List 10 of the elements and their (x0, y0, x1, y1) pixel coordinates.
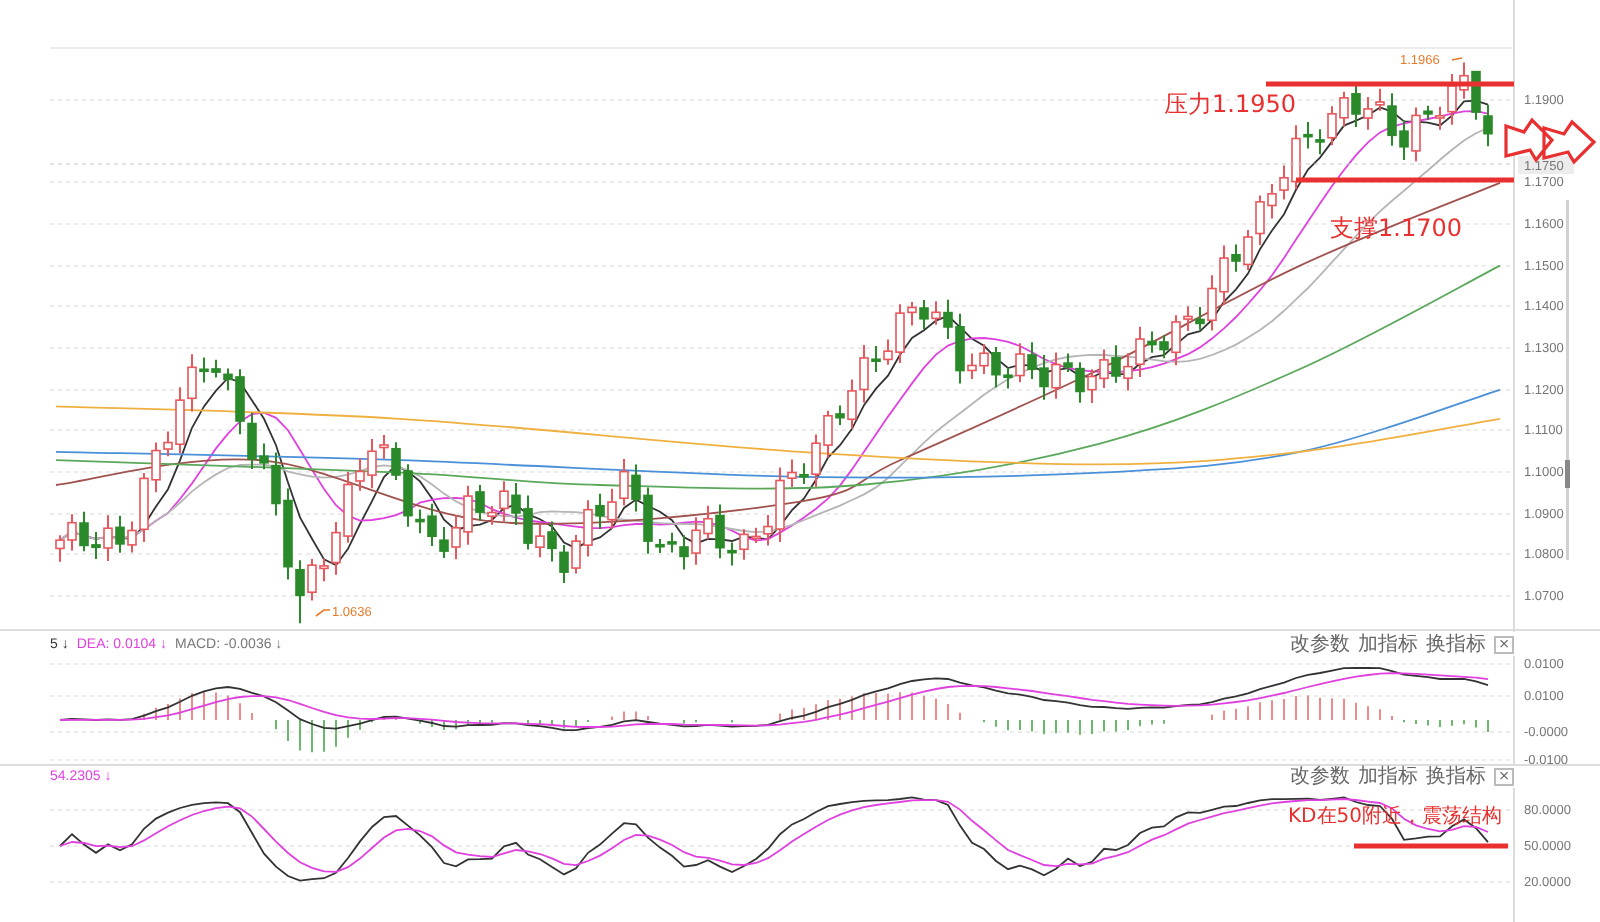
panel-button[interactable]: 加指标 (1358, 633, 1419, 655)
panel-button[interactable]: 换指标 (1426, 766, 1487, 788)
annotation-text: 压力1.1950 (1164, 90, 1296, 118)
panel-button[interactable]: 改参数 (1290, 633, 1351, 655)
panel-button[interactable]: 改参数 (1290, 766, 1351, 788)
scrollbar-thumb[interactable] (1565, 460, 1570, 488)
scrollbar[interactable] (1566, 200, 1569, 560)
annotation-text: 支撑1.1700 (1330, 214, 1462, 242)
panel-button[interactable]: 换指标 (1426, 633, 1487, 655)
panel-button[interactable]: 加指标 (1358, 766, 1419, 788)
